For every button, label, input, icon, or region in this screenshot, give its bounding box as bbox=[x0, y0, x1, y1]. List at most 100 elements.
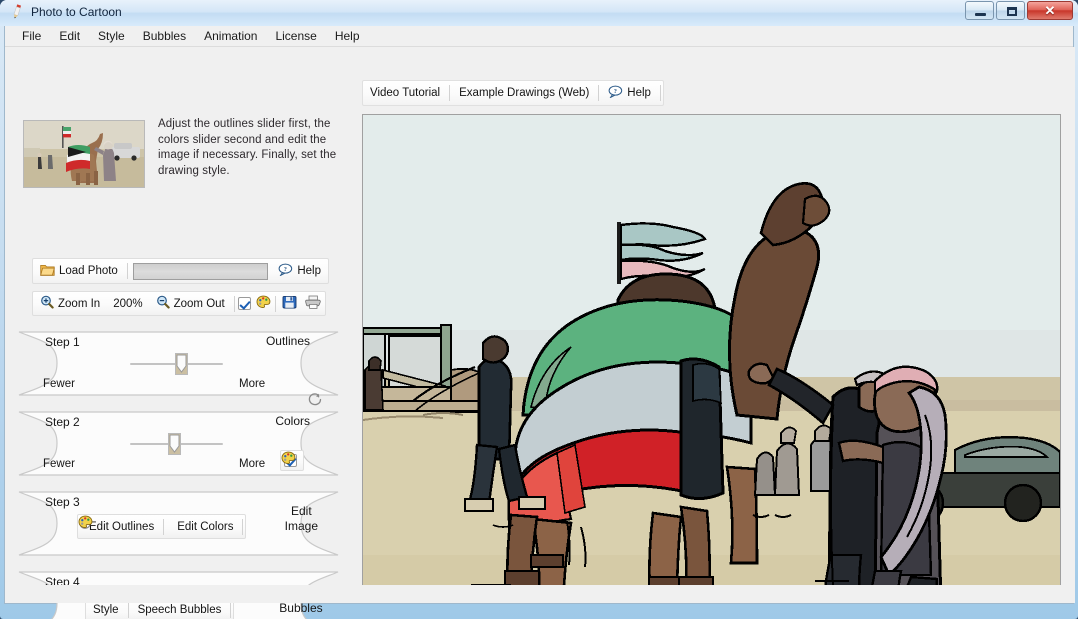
step-3-title: Edit Image bbox=[285, 504, 318, 534]
load-photo-label: Load Photo bbox=[59, 265, 118, 277]
menu-edit[interactable]: Edit bbox=[50, 27, 89, 45]
menu-license[interactable]: License bbox=[266, 27, 325, 45]
menu-bubbles[interactable]: Bubbles bbox=[134, 27, 195, 45]
cartoon-image-canvas[interactable] bbox=[362, 114, 1061, 588]
example-drawings-button[interactable]: Example Drawings (Web) bbox=[452, 81, 596, 105]
toolbar-divider bbox=[242, 518, 244, 535]
step-4-title-line2: Bubbles bbox=[279, 601, 323, 615]
step-2-color-toggle-group[interactable] bbox=[280, 450, 304, 471]
load-photo-button[interactable]: Load Photo bbox=[33, 259, 125, 283]
svg-text:?: ? bbox=[614, 88, 617, 95]
step-2-fewer-label: Fewer bbox=[43, 458, 75, 470]
menu-animation[interactable]: Animation bbox=[195, 27, 266, 45]
maximize-button[interactable] bbox=[996, 1, 1025, 20]
printer-icon bbox=[305, 295, 321, 312]
slider-thumb[interactable] bbox=[175, 353, 189, 375]
maximize-icon bbox=[1007, 7, 1017, 16]
step-3-panel: Step 3 Edit Image Edit Outlines Edit Col… bbox=[17, 490, 340, 557]
zoom-in-button[interactable]: Zoom In bbox=[33, 292, 107, 315]
thumbnail-and-hint: Adjust the outlines slider first, the co… bbox=[23, 118, 343, 190]
status-bar bbox=[5, 585, 1073, 603]
zoom-level-label: 200% bbox=[113, 297, 143, 310]
window-frame: Photo to Cartoon ✕ File Edit Style Bubbl… bbox=[0, 0, 1078, 619]
toolbar-divider bbox=[659, 85, 661, 101]
image-help-button[interactable]: ? Help bbox=[601, 81, 658, 105]
image-help-label: Help bbox=[627, 87, 651, 99]
video-tutorial-button[interactable]: Video Tutorial bbox=[363, 81, 447, 105]
window-title: Photo to Cartoon bbox=[31, 4, 122, 19]
menu-style[interactable]: Style bbox=[89, 27, 134, 45]
style-label: Style bbox=[93, 604, 119, 616]
minimize-icon bbox=[975, 13, 986, 16]
title-bar: Photo to Cartoon ✕ bbox=[0, 0, 1078, 26]
step-1-fewer-label: Fewer bbox=[43, 378, 75, 390]
load-help-label: Help bbox=[297, 265, 321, 277]
toolbar-divider bbox=[233, 295, 235, 312]
menu-bar: File Edit Style Bubbles Animation Licens… bbox=[5, 26, 1073, 47]
cartoon-artwork bbox=[363, 115, 1060, 587]
pencil-icon bbox=[8, 3, 25, 20]
hint-text: Adjust the outlines slider first, the co… bbox=[158, 118, 337, 177]
zoom-toolbar: Zoom In 200% Zoom Out bbox=[32, 291, 326, 316]
speech-bubbles-label: Speech Bubbles bbox=[137, 604, 222, 616]
zoom-out-button[interactable]: Zoom Out bbox=[149, 292, 232, 315]
color-palette-icon bbox=[256, 295, 271, 312]
client-area: File Edit Style Bubbles Animation Licens… bbox=[4, 26, 1075, 619]
slider-thumb[interactable] bbox=[167, 433, 181, 455]
toolbar-divider bbox=[449, 85, 451, 101]
step-3-title-line1: Edit bbox=[290, 504, 312, 518]
colors-checkbox[interactable] bbox=[238, 297, 252, 310]
photo-path-input[interactable] bbox=[132, 262, 269, 280]
zoom-toggle-group[interactable] bbox=[236, 292, 273, 315]
step-1-more-label: More bbox=[239, 378, 266, 390]
close-button[interactable]: ✕ bbox=[1027, 1, 1073, 20]
toolbar-divider bbox=[163, 518, 165, 535]
thought-bubble-help-icon: ? bbox=[608, 85, 623, 101]
toolbar-divider bbox=[275, 295, 276, 312]
app-window: Photo to Cartoon ✕ File Edit Style Bubbl… bbox=[0, 0, 1078, 619]
source-photo-thumbnail[interactable] bbox=[23, 120, 145, 188]
magnifier-minus-icon bbox=[156, 295, 170, 312]
step-1-panel: Step 1 Outlines Fewer More bbox=[17, 330, 340, 406]
title-bar-left: Photo to Cartoon bbox=[8, 3, 122, 20]
step-3-label: Step 3 bbox=[45, 495, 80, 509]
image-toolbar: Video Tutorial Example Drawings (Web) ? bbox=[362, 80, 664, 106]
load-photo-toolbar: Load Photo ? Help bbox=[32, 258, 329, 284]
step-3-toolbar: Edit Outlines Edit Colors bbox=[77, 514, 247, 539]
colors-slider[interactable] bbox=[130, 433, 223, 455]
step-2-more-label: More bbox=[239, 458, 266, 470]
thought-bubble-help-icon: ? bbox=[278, 263, 293, 279]
zoom-in-label: Zoom In bbox=[58, 297, 101, 310]
left-control-panel: Adjust the outlines slider first, the co… bbox=[5, 47, 352, 619]
toolbar-divider bbox=[126, 263, 128, 279]
toolbar-divider bbox=[598, 85, 600, 101]
toolbar-divider bbox=[127, 602, 129, 618]
open-folder-icon bbox=[40, 263, 55, 279]
edit-colors-button[interactable]: Edit Colors bbox=[78, 515, 240, 538]
edit-outlines-label: Edit Outlines bbox=[89, 520, 155, 533]
step-2-panel: Step 2 Colors Fewer More bbox=[17, 410, 340, 477]
edit-colors-label: Edit Colors bbox=[177, 520, 234, 533]
toolbar-divider bbox=[230, 602, 232, 618]
menu-file[interactable]: File bbox=[13, 27, 50, 45]
save-button[interactable] bbox=[278, 292, 301, 315]
print-button[interactable] bbox=[301, 292, 325, 315]
floppy-save-icon bbox=[282, 295, 297, 312]
outlines-slider[interactable] bbox=[130, 353, 223, 375]
video-tutorial-label: Video Tutorial bbox=[370, 87, 441, 99]
step-2-label: Step 2 bbox=[45, 415, 80, 429]
step-1-title: Outlines bbox=[265, 334, 310, 348]
svg-text:?: ? bbox=[284, 266, 287, 273]
magnifier-plus-icon bbox=[40, 295, 54, 312]
zoom-out-label: Zoom Out bbox=[173, 297, 225, 310]
minimize-button[interactable] bbox=[965, 1, 994, 20]
menu-help[interactable]: Help bbox=[326, 27, 369, 45]
right-image-panel: Video Tutorial Example Drawings (Web) ? bbox=[352, 47, 1075, 603]
step-3-title-line2: Image bbox=[284, 519, 318, 533]
close-icon: ✕ bbox=[1044, 2, 1056, 18]
window-controls: ✕ bbox=[965, 1, 1073, 20]
load-help-button[interactable]: ? Help bbox=[271, 259, 328, 283]
step-2-title: Colors bbox=[275, 414, 310, 428]
step-1-label: Step 1 bbox=[45, 335, 80, 349]
example-drawings-label: Example Drawings (Web) bbox=[459, 87, 590, 99]
